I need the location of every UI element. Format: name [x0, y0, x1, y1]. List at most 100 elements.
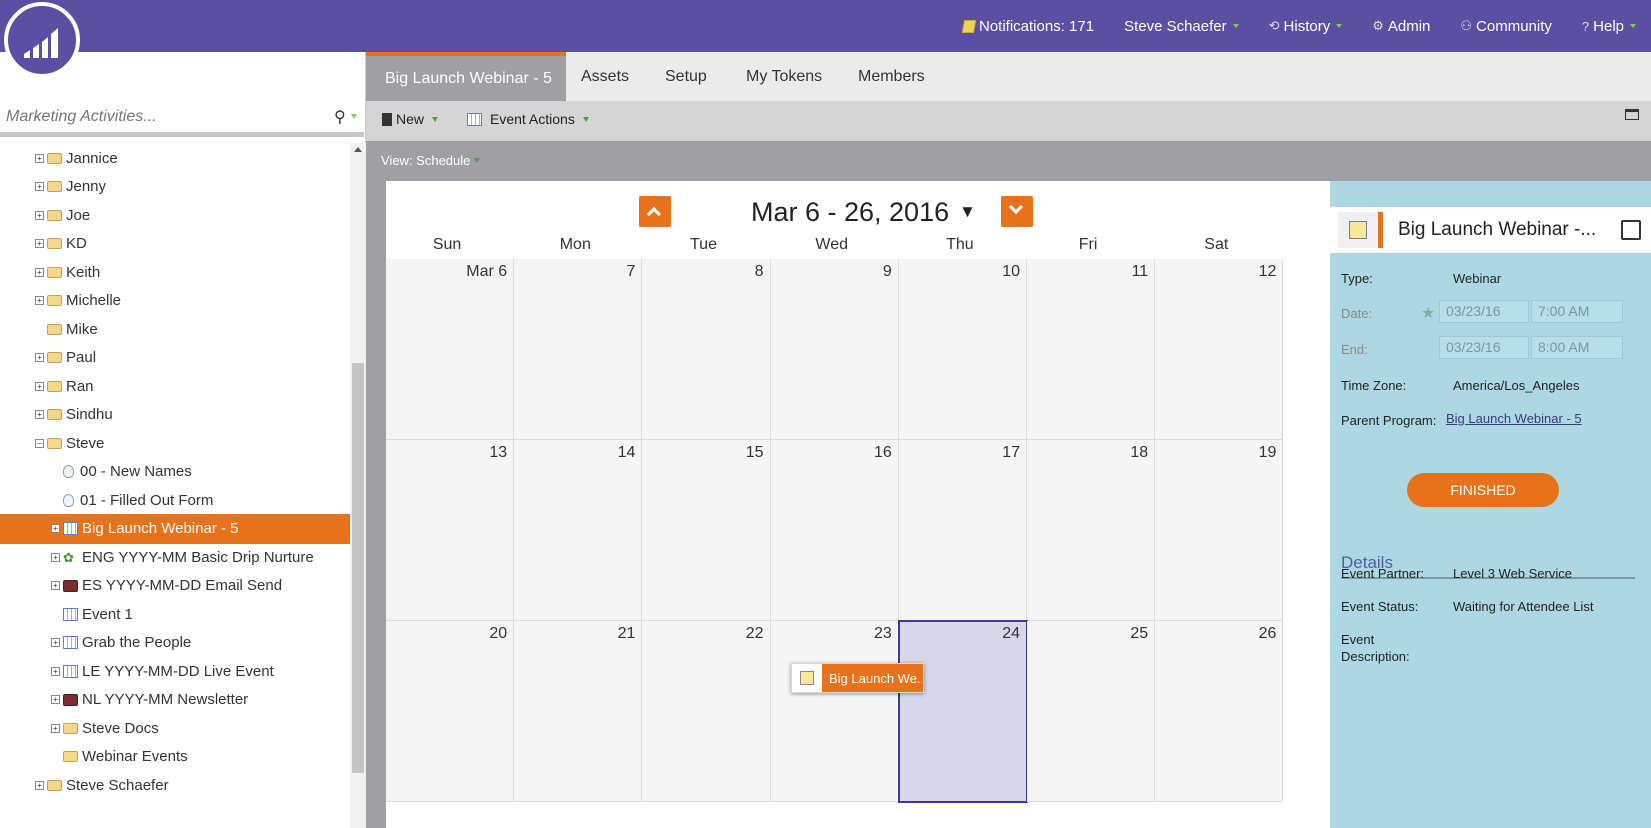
calendar-day-cell[interactable]: 7 [514, 259, 643, 440]
tab-assets[interactable]: Assets [581, 52, 629, 101]
calendar-day-cell[interactable]: 16 [770, 440, 899, 621]
history-menu[interactable]: ⟲ History [1269, 18, 1343, 35]
expand-icon[interactable]: + [51, 695, 60, 704]
expand-icon[interactable]: + [51, 524, 60, 533]
calendar-event[interactable]: Big Launch We... [791, 663, 924, 693]
end-date-field[interactable]: 03/23/16 [1439, 336, 1529, 359]
previous-range-button[interactable] [639, 196, 671, 227]
calendar-day-cell[interactable]: 17 [898, 440, 1027, 621]
start-date-value: 03/23/16 [1446, 303, 1501, 319]
tab-program[interactable]: Big Launch Webinar - 5 [366, 52, 566, 101]
parent-program-link[interactable]: Big Launch Webinar - 5 [1446, 411, 1582, 426]
expand-icon[interactable]: + [35, 353, 44, 362]
tree-item[interactable]: Webinar Events [0, 742, 350, 772]
tree-item[interactable]: + Jannice [0, 143, 350, 173]
tab-members[interactable]: Members [858, 52, 925, 101]
calendar-day-cell[interactable]: 13 [386, 440, 515, 621]
calendar-day-cell[interactable]: 24 [897, 620, 1028, 803]
admin-label: Admin [1387, 17, 1431, 35]
expand-icon[interactable]: + [51, 723, 60, 733]
maximize-icon[interactable] [1625, 109, 1639, 120]
tree-item[interactable]: 00 - New Names [0, 457, 350, 487]
tree-item[interactable]: + NL YYYY-MM Newsletter [0, 685, 350, 715]
community-link[interactable]: ⚇ Community [1460, 18, 1552, 35]
help-menu[interactable]: ? Help [1582, 18, 1636, 35]
marketo-logo[interactable] [4, 2, 80, 78]
expand-icon[interactable]: + [35, 410, 44, 419]
tree-item[interactable]: + Joe [0, 200, 350, 230]
tree-item[interactable]: + ✿ ENG YYYY-MM Basic Drip Nurture [0, 542, 350, 572]
expand-icon[interactable]: + [35, 296, 44, 305]
calendar-day-cell[interactable]: 8 [642, 259, 771, 440]
next-range-button[interactable] [1001, 196, 1033, 227]
start-date-field[interactable]: 03/23/16 [1439, 300, 1529, 323]
tree-item[interactable]: + Paul [0, 343, 350, 373]
expand-icon[interactable]: + [51, 666, 60, 676]
date-range-selector[interactable]: Mar 6 - 26, 2016 ▼ [751, 196, 1011, 228]
tree-item[interactable]: + Steve Docs [0, 713, 350, 743]
expand-icon[interactable]: + [35, 267, 44, 277]
tree-item[interactable]: + Ran [0, 371, 350, 401]
tree-item[interactable]: + Grab the People [0, 628, 350, 658]
tree-item[interactable]: + KD [0, 229, 350, 259]
user-menu[interactable]: Steve Schaefer [1124, 18, 1239, 35]
expand-icon[interactable]: + [51, 581, 60, 590]
calendar-day-cell[interactable]: 11 [1027, 259, 1156, 440]
end-time-select[interactable]: 8:00 AM [1531, 336, 1623, 359]
tab-my-tokens[interactable]: My Tokens [746, 52, 822, 101]
collapse-icon[interactable]: − [35, 438, 44, 448]
tree-item[interactable]: + Michelle [0, 286, 350, 316]
expand-icon[interactable]: + [35, 210, 44, 220]
expand-icon[interactable]: + [35, 182, 44, 191]
folder-icon [47, 352, 62, 363]
filter-icon[interactable]: ⚲ [334, 107, 346, 127]
start-time-select[interactable]: 7:00 AM [1531, 300, 1623, 323]
help-icon: ? [1581, 18, 1590, 34]
calendar-day-cell[interactable]: 12 [1155, 259, 1284, 440]
view-selector[interactable]: View: Schedule [381, 153, 481, 168]
expand-icon[interactable]: + [51, 552, 60, 562]
calendar-day-cell[interactable]: 9 [770, 259, 899, 440]
calendar-day-cell[interactable]: 25 [1027, 621, 1156, 802]
edit-details-icon[interactable] [1621, 220, 1641, 240]
expand-icon[interactable]: + [51, 638, 60, 647]
scroll-thumb[interactable] [352, 363, 364, 773]
tree-scrollbar[interactable] [350, 143, 366, 828]
scroll-up-icon[interactable] [354, 147, 362, 152]
expand-icon[interactable]: + [35, 381, 44, 391]
tree-item[interactable]: 01 - Filled Out Form [0, 485, 350, 515]
calendar-day-cell[interactable]: 10 [898, 259, 1027, 440]
tab-setup[interactable]: Setup [665, 52, 707, 101]
new-button[interactable]: New [382, 111, 439, 127]
tree-item[interactable]: Mike [0, 314, 350, 344]
tree-item[interactable]: + Keith [0, 257, 350, 287]
event-actions-button[interactable]: Event Actions [467, 111, 589, 127]
dropdown-triangle-icon[interactable] [351, 114, 357, 119]
calendar-day-cell[interactable]: 18 [1027, 440, 1156, 621]
tree-item[interactable]: + Sindhu [0, 400, 350, 430]
expand-icon[interactable]: + [35, 153, 44, 163]
expand-icon[interactable]: + [35, 239, 44, 248]
notifications-link[interactable]: Notifications: 171 [961, 18, 1094, 35]
search-input[interactable] [6, 105, 326, 129]
admin-link[interactable]: ⚙ Admin [1372, 18, 1430, 35]
event-icon [63, 664, 78, 678]
calendar-day-cell[interactable]: 21 [514, 621, 643, 802]
calendar-day-cell[interactable]: 20 [386, 621, 515, 802]
tree-item[interactable]: + Jenny [0, 172, 350, 202]
tree-item[interactable]: + LE YYYY-MM-DD Live Event [0, 656, 350, 686]
calendar-day-cell[interactable]: 14 [514, 440, 643, 621]
calendar-day-cell[interactable]: 22 [642, 621, 771, 802]
calendar-day-cell[interactable]: 26 [1155, 621, 1284, 802]
tree-item[interactable]: + Steve Schaefer [0, 770, 350, 800]
expand-icon[interactable]: + [35, 780, 44, 790]
calendar-day-cell[interactable]: Mar 6 [386, 259, 515, 440]
calendar-day-cell[interactable]: 19 [1155, 440, 1284, 621]
tree-item[interactable]: + Big Launch Webinar - 5 [0, 513, 350, 544]
calendar-day-cell[interactable]: 15 [642, 440, 771, 621]
status-button[interactable]: FINISHED [1407, 473, 1559, 507]
tree-item[interactable]: − Steve [0, 428, 350, 458]
tree-item[interactable]: Event 1 [0, 599, 350, 629]
calendar-day-cell[interactable]: 23 [770, 621, 899, 802]
tree-item[interactable]: + ES YYYY-MM-DD Email Send [0, 571, 350, 601]
